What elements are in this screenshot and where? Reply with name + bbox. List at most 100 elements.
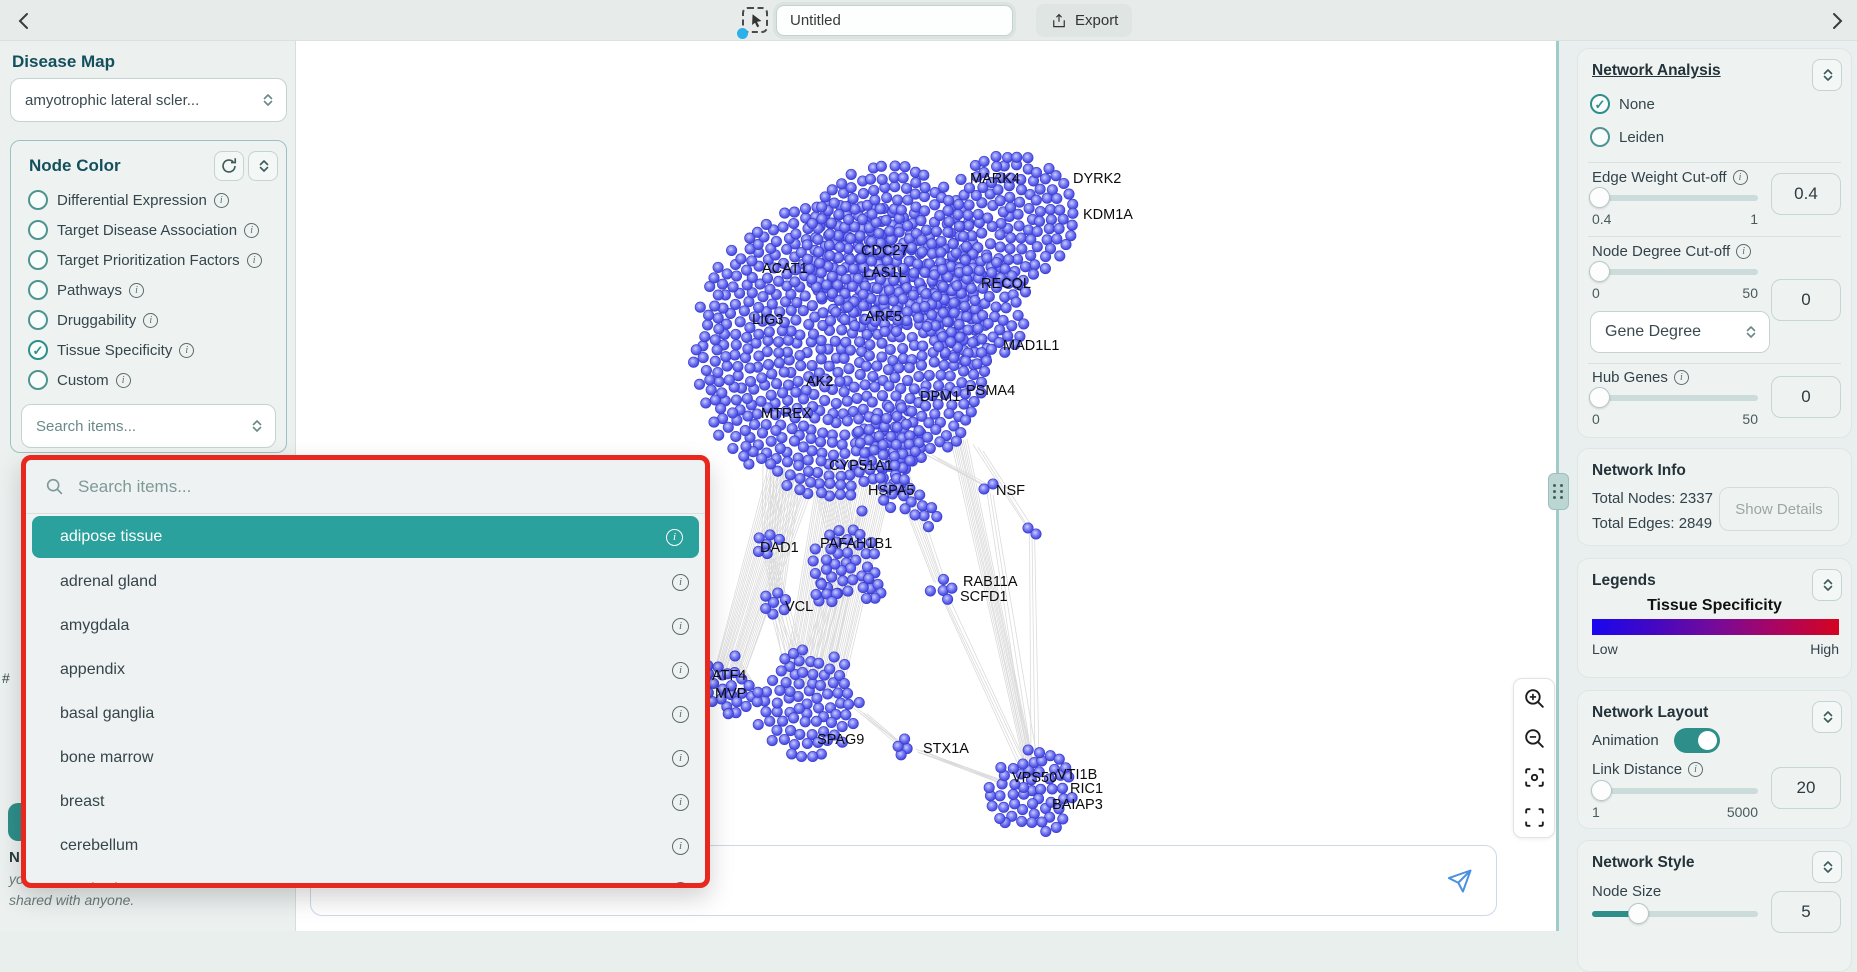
node-size-value[interactable]: 5 [1771, 891, 1841, 933]
gene-degree-select[interactable]: Gene Degree [1590, 311, 1770, 353]
zoom-in-button[interactable] [1522, 685, 1547, 713]
gene-label: RAB11A [963, 574, 1018, 590]
info-icon[interactable]: i [672, 574, 689, 591]
send-icon[interactable] [1446, 867, 1474, 895]
collapse-button[interactable] [1812, 59, 1842, 91]
gene-label: ACAT1 [762, 261, 808, 277]
show-details-button[interactable]: Show Details [1719, 487, 1839, 531]
info-icon[interactable]: i [672, 750, 689, 767]
search-icon [44, 476, 66, 498]
radio-checked[interactable]: ✓ [28, 340, 48, 360]
info-icon[interactable]: i [214, 193, 229, 208]
center-focus-button[interactable] [1522, 764, 1547, 792]
search-items-select[interactable]: Search items... [21, 404, 276, 448]
edge-weight-slider[interactable] [1592, 195, 1758, 201]
info-icon[interactable]: i [1674, 370, 1689, 385]
slider-thumb[interactable] [1589, 261, 1610, 282]
radio-unchecked[interactable] [28, 250, 48, 270]
search-items-select-value: Search items... [22, 418, 245, 435]
legend-low: Low [1592, 641, 1618, 657]
info-icon[interactable]: i [1736, 244, 1751, 259]
hub-genes-slider[interactable] [1592, 395, 1758, 401]
dropdown-item-bone-marrow[interactable]: bone marrow i [26, 736, 705, 780]
link-distance-slider[interactable] [1592, 788, 1758, 794]
node-degree-slider[interactable] [1592, 269, 1758, 275]
link-distance-value[interactable]: 20 [1771, 767, 1841, 809]
collapse-button[interactable] [1812, 701, 1842, 733]
forward-button[interactable] [1825, 9, 1849, 33]
slider-thumb[interactable] [1591, 780, 1612, 801]
refresh-button[interactable] [214, 151, 244, 181]
clipped-hash-fragment: # [2, 670, 10, 686]
node-size-label: Node Size [1592, 883, 1661, 900]
info-icon[interactable]: i [672, 706, 689, 723]
radio-checked[interactable]: ✓ [1590, 94, 1610, 114]
info-icon[interactable]: i [672, 662, 689, 679]
dropdown-item-adrenal-gland[interactable]: adrenal gland i [26, 560, 705, 604]
node-size-slider[interactable] [1592, 911, 1758, 917]
gene-label: SCFD1 [960, 589, 1008, 605]
hub-genes-value[interactable]: 0 [1771, 376, 1841, 418]
info-icon[interactable]: i [129, 283, 144, 298]
slider-thumb[interactable] [1589, 187, 1610, 208]
info-icon[interactable]: i [1733, 170, 1748, 185]
right-sidebar: Network Analysis ✓ None Leiden Edge Weig… [1559, 41, 1857, 931]
gene-label: MARK4 [970, 171, 1020, 187]
radio-unchecked[interactable] [28, 280, 48, 300]
collapse-button[interactable] [248, 151, 278, 181]
dropdown-item-appendix[interactable]: appendix i [26, 648, 705, 692]
zoom-out-button[interactable] [1522, 724, 1547, 752]
radio-unchecked[interactable] [28, 370, 48, 390]
dropdown-item-cerebellum[interactable]: cerebellum i [26, 824, 705, 868]
item-label: adipose tissue [60, 528, 666, 546]
disease-map-select[interactable]: amyotrophic lateral scler... [10, 78, 287, 122]
radio-unchecked[interactable] [28, 220, 48, 240]
info-icon[interactable]: i [672, 838, 689, 855]
project-title-input[interactable] [776, 5, 1013, 36]
slider-min: 0 [1592, 285, 1600, 301]
dropdown-search-input[interactable] [78, 477, 689, 497]
dropdown-item-breast[interactable]: breast i [26, 780, 705, 824]
slider-max: 5000 [1727, 804, 1758, 820]
info-icon[interactable]: i [143, 313, 158, 328]
dropdown-item-adipose-tissue[interactable]: adipose tissue i [32, 516, 699, 558]
panel-resize-handle[interactable] [1548, 473, 1569, 510]
slider-thumb[interactable] [1589, 387, 1610, 408]
radio-unchecked[interactable] [1590, 127, 1610, 147]
info-icon[interactable]: i [179, 343, 194, 358]
collapse-button[interactable] [1812, 851, 1842, 883]
network-layout-card: Network Layout Animation Link Distance i… [1577, 690, 1852, 829]
analysis-option-none: ✓ None [1590, 94, 1662, 114]
info-icon[interactable]: i [247, 253, 262, 268]
legend-gradient-bar [1592, 619, 1839, 635]
dropdown-item-basal-ganglia[interactable]: basal ganglia i [26, 692, 705, 736]
node-degree-value[interactable]: 0 [1771, 279, 1841, 321]
disease-map-select-value: amyotrophic lateral scler... [11, 92, 256, 109]
info-icon[interactable]: i [244, 223, 259, 238]
item-label: amygdala [60, 617, 672, 635]
fullscreen-button[interactable] [1522, 803, 1547, 831]
gene-label: SPAG9 [817, 732, 864, 748]
option-target-prioritization-factors: Target Prioritization Factors i [11, 245, 286, 275]
info-icon[interactable]: i [116, 373, 131, 388]
animation-toggle[interactable] [1674, 728, 1720, 753]
gene-label: MTREX [761, 406, 812, 422]
info-icon[interactable]: i [672, 794, 689, 811]
radio-unchecked[interactable] [28, 190, 48, 210]
info-icon[interactable]: i [666, 529, 683, 546]
info-icon[interactable]: i [672, 618, 689, 635]
info-icon[interactable]: i [1688, 762, 1703, 777]
export-button[interactable]: Export [1036, 4, 1132, 37]
radio-unchecked[interactable] [28, 310, 48, 330]
edge-weight-value[interactable]: 0.4 [1771, 173, 1841, 215]
gene-label: ATF4 [712, 668, 746, 684]
info-icon[interactable]: i [672, 882, 689, 889]
dropdown-item-amygdala[interactable]: amygdala i [26, 604, 705, 648]
dropdown-item-cerebral-cortex[interactable]: cerebral cortex i [26, 868, 705, 888]
animation-label: Animation [1592, 732, 1659, 749]
back-button[interactable] [12, 9, 36, 33]
export-label: Export [1075, 12, 1118, 29]
network-info-card: Network Info Total Nodes: 2337 Total Edg… [1577, 448, 1852, 546]
slider-thumb[interactable] [1628, 903, 1649, 924]
total-nodes: Total Nodes: 2337 [1592, 490, 1713, 507]
